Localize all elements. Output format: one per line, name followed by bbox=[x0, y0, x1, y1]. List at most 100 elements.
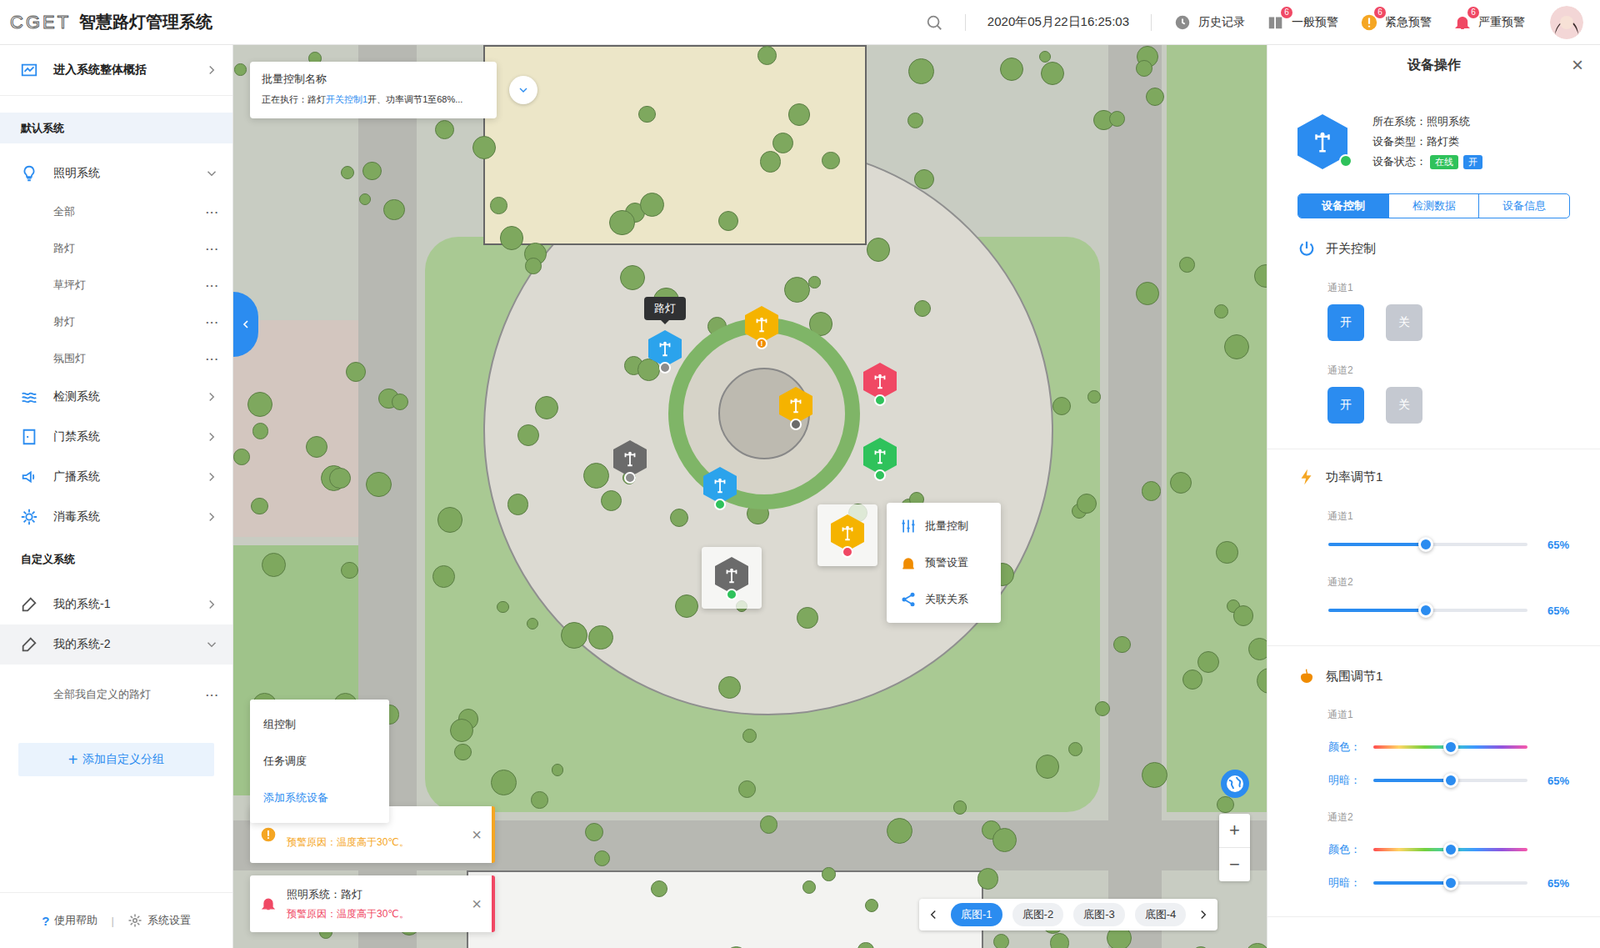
map-tree bbox=[1000, 57, 1024, 81]
child-item[interactable]: 全部 ··· bbox=[0, 193, 233, 230]
child-item[interactable]: 氛围灯 ··· bbox=[0, 340, 233, 377]
group-row[interactable]: 消毒系统 bbox=[0, 496, 233, 537]
map-tree bbox=[788, 103, 810, 125]
quick-menu-item[interactable]: 添加系统设备 bbox=[250, 779, 390, 816]
child-item[interactable]: 路灯 ··· bbox=[0, 230, 233, 267]
panel-title: 设备操作 bbox=[1407, 56, 1461, 75]
power-slider[interactable] bbox=[1328, 608, 1528, 612]
switch-button[interactable]: 开 bbox=[1327, 386, 1365, 424]
basemap-tab[interactable]: 底图-2 bbox=[1012, 902, 1065, 926]
lamp-marker[interactable]: 路灯 bbox=[648, 330, 682, 367]
basemap-tab[interactable]: 底图-1 bbox=[950, 902, 1003, 926]
lamp-marker[interactable] bbox=[830, 514, 865, 551]
status-link[interactable]: 开关控制1 bbox=[325, 94, 368, 105]
child-item[interactable]: 草坪灯 ··· bbox=[0, 266, 233, 304]
search-icon[interactable] bbox=[925, 13, 944, 32]
close-button[interactable]: × bbox=[471, 894, 482, 914]
switch-button[interactable]: 关 bbox=[1385, 386, 1423, 424]
group-row[interactable]: 我的系统-1 bbox=[0, 584, 233, 625]
control-section: 功率调节1 通道1 65%通道2 65% bbox=[1267, 449, 1600, 646]
context-menu-item[interactable]: 批量控制 bbox=[886, 507, 1001, 545]
context-menu-item[interactable]: 预警设置 bbox=[886, 544, 1001, 581]
map-tree bbox=[914, 169, 935, 190]
quick-menu-item[interactable]: 任务调度 bbox=[250, 742, 390, 780]
overview-link[interactable]: 进入系统整体概括 bbox=[0, 45, 233, 96]
group-row[interactable]: 门禁系统 bbox=[0, 416, 233, 457]
nav-icon-wrap: 6 bbox=[1360, 13, 1379, 32]
add-group-button[interactable]: + 添加自定义分组 bbox=[18, 742, 215, 776]
logo[interactable]: CGET 智慧路灯管理系统 bbox=[10, 10, 213, 34]
panel-tab[interactable]: 检测数据 bbox=[1388, 194, 1480, 218]
zoom-out-button[interactable]: − bbox=[1219, 846, 1250, 881]
channel: 通道1 颜色： 明暗： 65% bbox=[1297, 707, 1570, 789]
slider-thumb[interactable] bbox=[1418, 536, 1434, 552]
switch-button[interactable]: 开 bbox=[1327, 304, 1365, 341]
panel-tab[interactable]: 设备信息 bbox=[1478, 194, 1570, 218]
lamp-marker[interactable] bbox=[863, 437, 897, 475]
section-title-label: 功率调节1 bbox=[1325, 469, 1383, 485]
child-item[interactable]: 射灯 ··· bbox=[0, 303, 233, 340]
brightness-slider[interactable] bbox=[1373, 880, 1528, 885]
quick-menu-item[interactable]: 组控制 bbox=[250, 705, 390, 743]
zoom-in-button[interactable]: + bbox=[1219, 813, 1250, 847]
child-item[interactable]: 全部我自定义的路灯 ··· bbox=[0, 675, 233, 713]
group-row[interactable]: 广播系统 bbox=[0, 456, 233, 497]
slider-thumb[interactable] bbox=[1443, 841, 1459, 857]
lamp-marker[interactable] bbox=[613, 440, 647, 477]
group-label: 消毒系统 bbox=[53, 509, 190, 525]
color-slider[interactable] bbox=[1373, 745, 1528, 749]
more-button[interactable]: ··· bbox=[205, 352, 220, 365]
close-button[interactable]: × bbox=[1571, 53, 1584, 77]
alert-card[interactable]: 照明系统：路灯 预警原因：温度高于30℃。 × bbox=[250, 875, 495, 932]
panel-tab[interactable]: 设备控制 bbox=[1298, 194, 1389, 218]
slider-thumb[interactable] bbox=[1443, 772, 1459, 788]
group-row[interactable]: 我的系统-2 bbox=[0, 624, 233, 665]
lamp-marker[interactable] bbox=[779, 386, 813, 424]
map-tree bbox=[865, 898, 879, 912]
group-row[interactable]: 检测系统 bbox=[0, 376, 233, 417]
basemap-tab[interactable]: 底图-4 bbox=[1135, 902, 1187, 926]
header-nav-item[interactable]: 历史记录 bbox=[1173, 13, 1245, 32]
header-nav-item[interactable]: 6 紧急预警 bbox=[1360, 13, 1432, 32]
sidebar: 进入系统整体概括 默认系统 照明系统 全部 ···路灯 ···草坪灯 ···射灯… bbox=[0, 45, 234, 948]
lamp-marker[interactable] bbox=[703, 466, 737, 504]
system-icon bbox=[20, 164, 39, 183]
header-nav-item[interactable]: 6 严重预警 bbox=[1453, 13, 1525, 32]
color-slider[interactable] bbox=[1373, 847, 1528, 851]
slider-reading: 65% bbox=[1535, 774, 1570, 787]
slider-thumb[interactable] bbox=[1443, 875, 1459, 890]
switch-button[interactable]: 关 bbox=[1385, 304, 1423, 341]
help-link[interactable]: ?使用帮助 bbox=[41, 912, 98, 928]
channel: 通道2 开关 bbox=[1297, 363, 1570, 424]
locate-button[interactable] bbox=[1220, 769, 1250, 798]
close-button[interactable]: × bbox=[471, 825, 482, 845]
basemap-tab[interactable]: 底图-3 bbox=[1073, 902, 1125, 926]
user-avatar[interactable] bbox=[1550, 5, 1584, 40]
group-label: 我的系统-1 bbox=[53, 596, 190, 612]
brightness-slider[interactable] bbox=[1373, 778, 1528, 782]
map-tree bbox=[472, 135, 496, 160]
logo-mark: CGET bbox=[10, 11, 71, 34]
header-nav-item[interactable]: 6 一般预警 bbox=[1266, 13, 1339, 32]
batch-card[interactable]: 批量控制名称 正在执行：路灯开关控制1开、功率调节1至68%... bbox=[250, 61, 497, 119]
power-slider[interactable] bbox=[1328, 542, 1528, 546]
lamp-marker[interactable]: ! bbox=[745, 305, 779, 343]
more-button[interactable]: ··· bbox=[205, 242, 220, 255]
settings-link[interactable]: 系统设置 bbox=[127, 912, 191, 928]
lamp-marker[interactable] bbox=[863, 362, 897, 400]
more-button[interactable]: ··· bbox=[205, 279, 220, 292]
more-button[interactable]: ··· bbox=[205, 688, 220, 701]
chevron-left-icon[interactable] bbox=[925, 906, 941, 922]
collapse-button[interactable] bbox=[509, 75, 538, 105]
chevron-right-icon[interactable] bbox=[1195, 906, 1211, 922]
more-button[interactable]: ··· bbox=[205, 315, 220, 329]
pen-icon bbox=[20, 635, 39, 654]
lamp-marker[interactable] bbox=[715, 556, 749, 594]
slider-thumb[interactable] bbox=[1418, 602, 1434, 618]
group-row[interactable]: 照明系统 bbox=[0, 153, 233, 194]
more-button[interactable]: ··· bbox=[205, 205, 220, 219]
context-menu-item[interactable]: 关联关系 bbox=[886, 580, 1001, 618]
map[interactable]: 路灯 ! 批量控制名称 正在执行：路灯开关控制1开、功率调节1至68%... 批… bbox=[233, 45, 1267, 948]
slider-thumb[interactable] bbox=[1443, 739, 1459, 755]
nav-label: 严重预警 bbox=[1478, 15, 1525, 30]
